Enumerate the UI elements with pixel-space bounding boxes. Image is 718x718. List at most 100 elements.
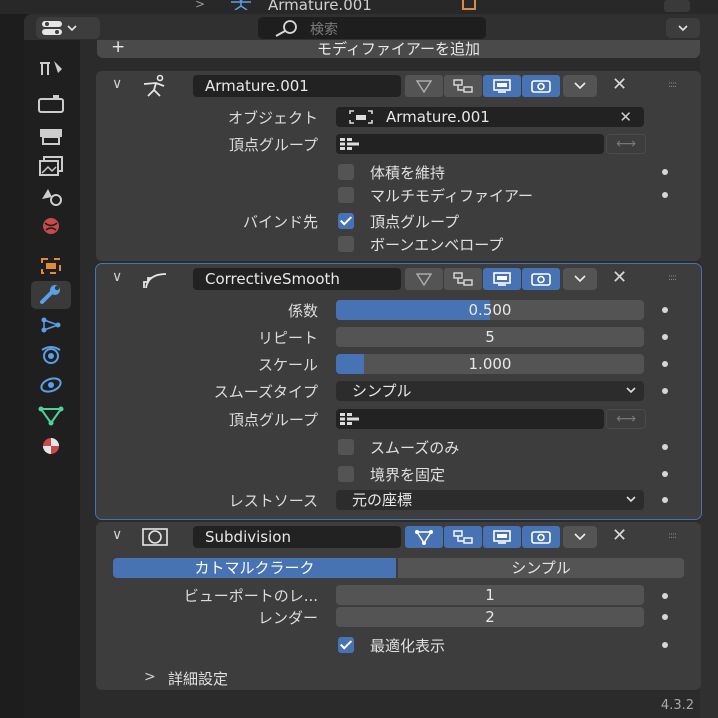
collapse-chevron-icon[interactable]: ∨ — [112, 527, 122, 543]
tab-material[interactable] — [31, 432, 71, 460]
add-modifier-button[interactable]: + モディファイアーを追加 — [97, 37, 700, 58]
keyframe-dot[interactable] — [662, 642, 668, 648]
outliner-object-name[interactable]: Armature.001 — [268, 0, 372, 14]
scale-value: 1.000 — [468, 355, 512, 373]
catmull-clark-mode-button[interactable]: カトマルクラーク — [113, 558, 396, 578]
modifier-name-field[interactable]: Armature.001 — [193, 75, 401, 97]
invert-vertex-group-swap-icon[interactable]: ⟷ — [606, 409, 646, 429]
keyframe-dot[interactable] — [662, 471, 668, 477]
keyframe-dot[interactable] — [662, 593, 668, 599]
preserve-volume-checkbox[interactable] — [338, 164, 354, 180]
modifier-name-field[interactable]: CorrectiveSmooth — [193, 268, 401, 290]
keyframe-dot[interactable] — [662, 334, 668, 340]
keyframe-dot[interactable] — [662, 497, 668, 503]
tab-data[interactable] — [31, 401, 71, 429]
only-smooth-checkbox[interactable] — [338, 439, 354, 455]
render-levels-field[interactable]: 2 — [336, 607, 644, 627]
visibility-eye-icon[interactable] — [664, 0, 690, 12]
editor-type-button[interactable] — [36, 17, 100, 39]
viewport-toggle[interactable] — [483, 75, 521, 97]
viewport-levels-field[interactable]: 1 — [336, 585, 644, 605]
monitor-icon — [493, 79, 511, 93]
keyframe-dot[interactable] — [662, 192, 668, 198]
drag-handle-grip-icon[interactable]: :::: — [668, 273, 677, 283]
factor-slider[interactable]: 0.500 — [336, 300, 644, 320]
drag-handle-grip-icon[interactable]: :::: — [668, 80, 677, 90]
keyframe-dot[interactable] — [662, 169, 668, 175]
render-toggle[interactable] — [522, 75, 560, 97]
remove-modifier-close-icon[interactable]: ✕ — [612, 267, 627, 288]
bind-bone-envelopes-checkbox[interactable] — [338, 236, 354, 252]
pin-boundary-label: 境界を固定 — [370, 466, 446, 484]
object-icon — [41, 258, 61, 274]
tab-render[interactable] — [31, 90, 71, 118]
cage-icon — [453, 272, 473, 286]
invert-vertex-group-swap-icon[interactable]: ⟷ — [606, 134, 646, 154]
multi-modifier-checkbox[interactable] — [338, 187, 354, 203]
scale-row-label: スケール — [100, 354, 318, 374]
camera-icon — [531, 531, 551, 544]
tab-object[interactable] — [31, 252, 71, 280]
advanced-subpanel-label[interactable]: 詳細設定 — [168, 668, 228, 689]
keyframe-dot[interactable] — [662, 388, 668, 394]
edit-mode-toggle[interactable] — [405, 75, 443, 97]
outliner-expander[interactable]: > — [195, 0, 205, 11]
viewport-toggle[interactable] — [483, 268, 521, 290]
scale-slider-fill — [336, 354, 364, 374]
vertex-group-field[interactable] — [336, 409, 604, 429]
tab-particles[interactable] — [31, 311, 71, 339]
advanced-expander-icon[interactable]: > — [144, 669, 156, 685]
tab-modifiers[interactable] — [31, 281, 71, 309]
optimal-display-checkbox[interactable] — [338, 637, 354, 653]
options-dropdown-button[interactable] — [666, 18, 700, 38]
scale-slider[interactable]: 1.000 — [336, 354, 644, 374]
subdivision-modifier-panel: ∨ Subdivision ✕ :::: — [96, 522, 701, 690]
edit-mode-toggle[interactable] — [405, 526, 443, 548]
repeat-row-label: リピート — [100, 327, 318, 347]
render-icon — [38, 95, 64, 113]
cage-toggle[interactable] — [444, 268, 482, 290]
remove-modifier-close-icon[interactable]: ✕ — [612, 525, 627, 546]
drag-handle-grip-icon[interactable]: :::: — [668, 531, 677, 541]
cage-toggle[interactable] — [444, 526, 482, 548]
modifier-name-field[interactable]: Subdivision — [193, 526, 401, 548]
keyframe-dot[interactable] — [662, 307, 668, 313]
keyframe-dot[interactable] — [662, 361, 668, 367]
tab-output[interactable] — [31, 122, 71, 150]
tab-constraints[interactable] — [31, 371, 71, 399]
render-toggle[interactable] — [522, 268, 560, 290]
search-input[interactable]: 検索 — [258, 17, 486, 39]
bind-vertex-groups-checkbox[interactable] — [338, 213, 354, 229]
tab-tool[interactable] — [31, 54, 71, 82]
collapse-chevron-icon[interactable]: ∨ — [112, 269, 122, 285]
render-toggle[interactable] — [522, 526, 560, 548]
modifier-options-dropdown[interactable] — [563, 268, 597, 290]
object-value: Armature.001 — [386, 108, 490, 126]
subdivision-icon — [142, 528, 168, 546]
clear-object-close-icon[interactable]: ✕ — [619, 107, 632, 127]
object-field[interactable]: Armature.001 ✕ — [336, 107, 644, 127]
tab-view-layer[interactable] — [31, 152, 71, 180]
edit-mode-toggle[interactable] — [405, 268, 443, 290]
keyframe-dot[interactable] — [662, 614, 668, 620]
tab-world[interactable] — [31, 212, 71, 240]
modifier-options-dropdown[interactable] — [563, 75, 597, 97]
tab-physics[interactable] — [31, 341, 71, 369]
printer-icon — [40, 129, 62, 145]
collapse-chevron-icon[interactable]: ∨ — [112, 76, 122, 92]
repeat-field[interactable]: 5 — [336, 327, 644, 347]
rest-source-dropdown[interactable]: 元の座標 — [336, 490, 644, 510]
chevron-down-icon — [678, 25, 688, 32]
tab-scene[interactable] — [31, 182, 71, 210]
remove-modifier-close-icon[interactable]: ✕ — [612, 74, 627, 95]
chevron-down-icon — [626, 496, 636, 503]
cage-toggle[interactable] — [444, 75, 482, 97]
pin-boundary-checkbox[interactable] — [338, 466, 354, 482]
viewport-toggle[interactable] — [483, 526, 521, 548]
modifier-options-dropdown[interactable] — [563, 526, 597, 548]
keyframe-dot[interactable] — [662, 444, 668, 450]
viewport-levels-row-label: ビューポートのレ... — [100, 585, 318, 605]
simple-mode-button[interactable]: シンプル — [398, 558, 684, 578]
vertex-group-field[interactable] — [336, 134, 604, 154]
smooth-type-dropdown[interactable]: シンプル — [336, 381, 644, 401]
